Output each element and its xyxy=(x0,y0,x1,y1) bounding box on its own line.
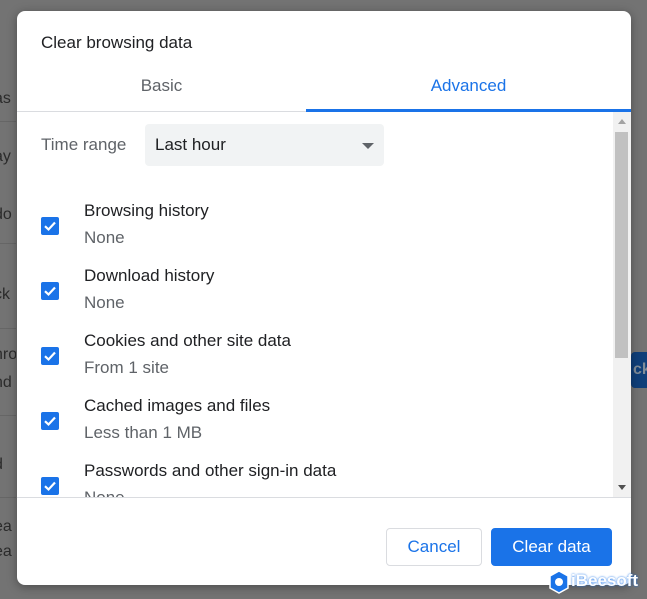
options-list: Time range Last hour Browsing history No… xyxy=(17,112,613,497)
dropdown-arrow-icon xyxy=(362,143,374,149)
tab-advanced-label: Advanced xyxy=(430,76,507,95)
background-button-label: ck xyxy=(633,361,647,378)
background-text-fragment: as xyxy=(0,90,11,107)
passwords-checkbox[interactable] xyxy=(41,477,59,495)
clear-browsing-data-dialog: Clear browsing data Basic Advanced Time … xyxy=(17,11,631,585)
time-range-value: Last hour xyxy=(155,135,226,154)
cached-images-checkbox[interactable] xyxy=(41,412,59,430)
dialog-title: Clear browsing data xyxy=(41,33,193,52)
vertical-scrollbar[interactable] xyxy=(613,112,631,497)
background-text-fragment: ay xyxy=(0,148,11,165)
background-divider xyxy=(0,497,16,498)
option-subtitle: From 1 site xyxy=(84,358,170,377)
option-download-history: Download history None xyxy=(17,264,613,324)
background-text-fragment: hro xyxy=(0,346,16,363)
option-subtitle: Less than 1 MB xyxy=(84,423,203,442)
option-cookies: Cookies and other site data From 1 site xyxy=(17,329,613,389)
tab-advanced[interactable]: Advanced xyxy=(306,67,631,112)
background-text-fragment: ea xyxy=(0,518,12,535)
option-subtitle: None xyxy=(84,488,125,497)
checkmark-icon xyxy=(44,221,56,232)
background-divider xyxy=(0,328,16,329)
option-cached-images: Cached images and files Less than 1 MB xyxy=(17,394,613,454)
option-title: Download history xyxy=(84,266,215,285)
option-subtitle: None xyxy=(84,228,125,247)
background-text-fragment: ea xyxy=(0,543,12,560)
time-range-select[interactable]: Last hour xyxy=(145,124,384,166)
background-button: ck xyxy=(631,352,647,388)
scrollbar-thumb[interactable] xyxy=(615,132,628,358)
scroll-down-arrow-icon[interactable] xyxy=(618,485,626,490)
option-subtitle: None xyxy=(84,293,125,312)
checkmark-icon xyxy=(44,481,56,492)
tab-basic[interactable]: Basic xyxy=(17,67,306,111)
option-title: Cookies and other site data xyxy=(84,331,291,350)
watermark-text: iBeesoft xyxy=(571,571,639,590)
tab-bar: Basic Advanced xyxy=(17,67,631,112)
time-range-label: Time range xyxy=(41,135,127,154)
background-text-fragment: nd xyxy=(0,374,12,391)
download-history-checkbox[interactable] xyxy=(41,282,59,300)
option-title: Cached images and files xyxy=(84,396,271,415)
option-browsing-history: Browsing history None xyxy=(17,199,613,259)
checkmark-icon xyxy=(44,351,56,362)
background-text-fragment: ck xyxy=(0,286,10,303)
tab-basic-label: Basic xyxy=(140,76,183,95)
clear-data-button[interactable]: Clear data xyxy=(491,528,612,566)
scroll-up-arrow-icon[interactable] xyxy=(618,119,626,124)
background-text-fragment: d xyxy=(0,456,16,474)
checkmark-icon xyxy=(44,286,56,297)
cancel-button[interactable]: Cancel xyxy=(386,528,482,566)
browsing-history-checkbox[interactable] xyxy=(41,217,59,235)
background-divider xyxy=(0,121,16,122)
background-text-fragment: do xyxy=(0,206,12,223)
dialog-footer: Cancel Clear data xyxy=(17,497,631,585)
option-title: Browsing history xyxy=(84,201,209,220)
checkmark-icon xyxy=(44,416,56,427)
background-divider xyxy=(0,243,16,244)
background-divider xyxy=(0,415,16,416)
cookies-checkbox[interactable] xyxy=(41,347,59,365)
option-title: Passwords and other sign-in data xyxy=(84,461,337,480)
ibeesoft-watermark: iBeesoft xyxy=(548,567,644,597)
option-passwords: Passwords and other sign-in data None xyxy=(17,459,613,497)
bee-logo-icon xyxy=(549,570,569,594)
